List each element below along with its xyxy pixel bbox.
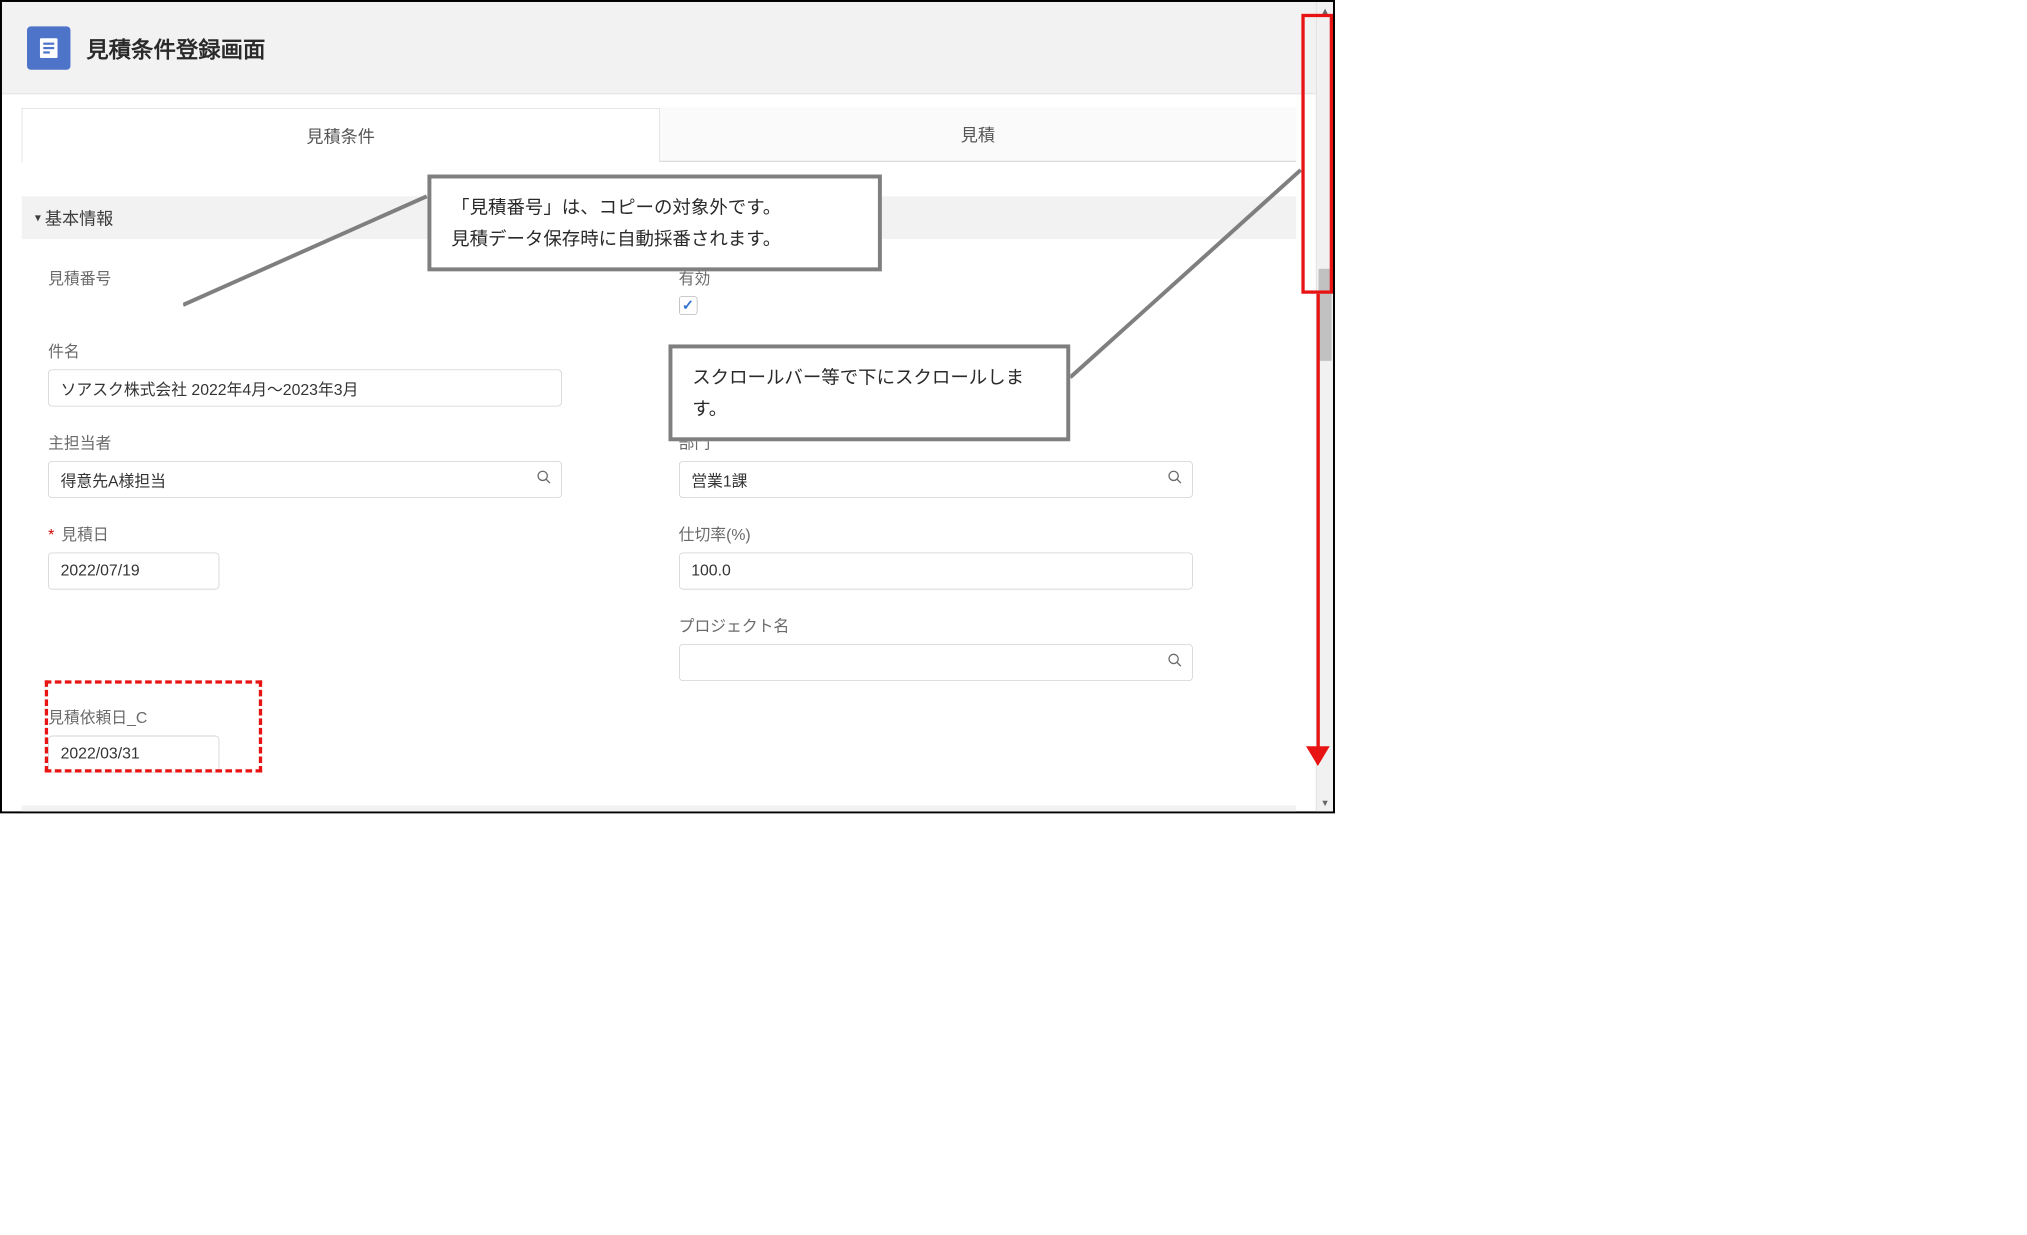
section-basic-info-title: 基本情報 xyxy=(45,205,114,229)
search-icon[interactable] xyxy=(536,469,552,489)
callout-line1: 「見積番号」は、コピーの対象外です。 xyxy=(451,192,858,223)
value-subject: ソアスク株式会社 2022年4月～2023年3月 xyxy=(61,376,359,399)
field-project: プロジェクト名 xyxy=(679,613,1270,681)
screenshot-frame: 見積条件登録画面 見積条件 見積 ▾ 基本情報 見積番号 有効 ✓ xyxy=(0,0,1335,813)
page-title: 見積条件登録画面 xyxy=(86,32,265,64)
spacer-l5 xyxy=(48,613,639,681)
caret-down-icon: ▾ xyxy=(35,211,41,225)
value-quote-date: 2022/07/19 xyxy=(61,562,140,580)
field-owner: 主担当者 得意先A様担当 xyxy=(48,430,639,498)
highlight-scrollbar xyxy=(1301,14,1333,294)
page-header: 見積条件登録画面 xyxy=(2,2,1316,94)
app-icon xyxy=(27,26,70,69)
section-quote-info[interactable]: ▾ 見積情報 xyxy=(22,805,1296,813)
input-rate[interactable]: 100.0 xyxy=(679,553,1193,590)
tab-bar: 見積条件 見積 xyxy=(22,107,1296,162)
input-project[interactable] xyxy=(679,644,1193,681)
label-owner: 主担当者 xyxy=(48,430,639,453)
checkbox-valid[interactable]: ✓ xyxy=(679,296,697,314)
input-department[interactable]: 営業1課 xyxy=(679,461,1193,498)
tab-quote-condition[interactable]: 見積条件 xyxy=(22,108,660,162)
callout-scroll: スクロールバー等で下にスクロールします。 xyxy=(668,344,1070,441)
search-icon[interactable] xyxy=(1167,469,1183,489)
required-mark: * xyxy=(48,526,54,544)
document-icon xyxy=(36,35,62,61)
field-subject: 件名 ソアスク株式会社 2022年4月～2023年3月 xyxy=(48,339,639,407)
value-rate: 100.0 xyxy=(691,562,731,580)
tab-quote[interactable]: 見積 xyxy=(660,107,1297,161)
input-subject[interactable]: ソアスク株式会社 2022年4月～2023年3月 xyxy=(48,369,562,406)
value-department: 営業1課 xyxy=(691,468,747,491)
callout-quote-number: 「見積番号」は、コピーの対象外です。 見積データ保存時に自動採番されます。 xyxy=(427,175,881,272)
field-rate: 仕切率(%) 100.0 xyxy=(679,522,1270,590)
callout1-pointer xyxy=(183,193,433,308)
highlight-request-date-c xyxy=(45,680,262,772)
callout-scroll-text: スクロールバー等で下にスクロールします。 xyxy=(692,362,1046,425)
label-subject: 件名 xyxy=(48,339,639,362)
label-project: プロジェクト名 xyxy=(679,613,1270,636)
callout-line2: 見積データ保存時に自動採番されます。 xyxy=(451,223,858,254)
field-quote-date: * 見積日 2022/07/19 xyxy=(48,522,639,590)
search-icon[interactable] xyxy=(1167,652,1183,672)
input-owner[interactable]: 得意先A様担当 xyxy=(48,461,562,498)
label-quote-date: * 見積日 xyxy=(48,522,639,545)
input-quote-date[interactable]: 2022/07/19 xyxy=(48,553,219,590)
callout2-pointer xyxy=(1070,167,1320,384)
scroll-down-arrow[interactable]: ▼ xyxy=(1317,794,1334,811)
scroll-arrow-shaft xyxy=(1317,294,1320,748)
label-rate: 仕切率(%) xyxy=(679,522,1270,545)
value-owner: 得意先A様担当 xyxy=(61,468,166,491)
scroll-arrow-head xyxy=(1306,746,1330,766)
